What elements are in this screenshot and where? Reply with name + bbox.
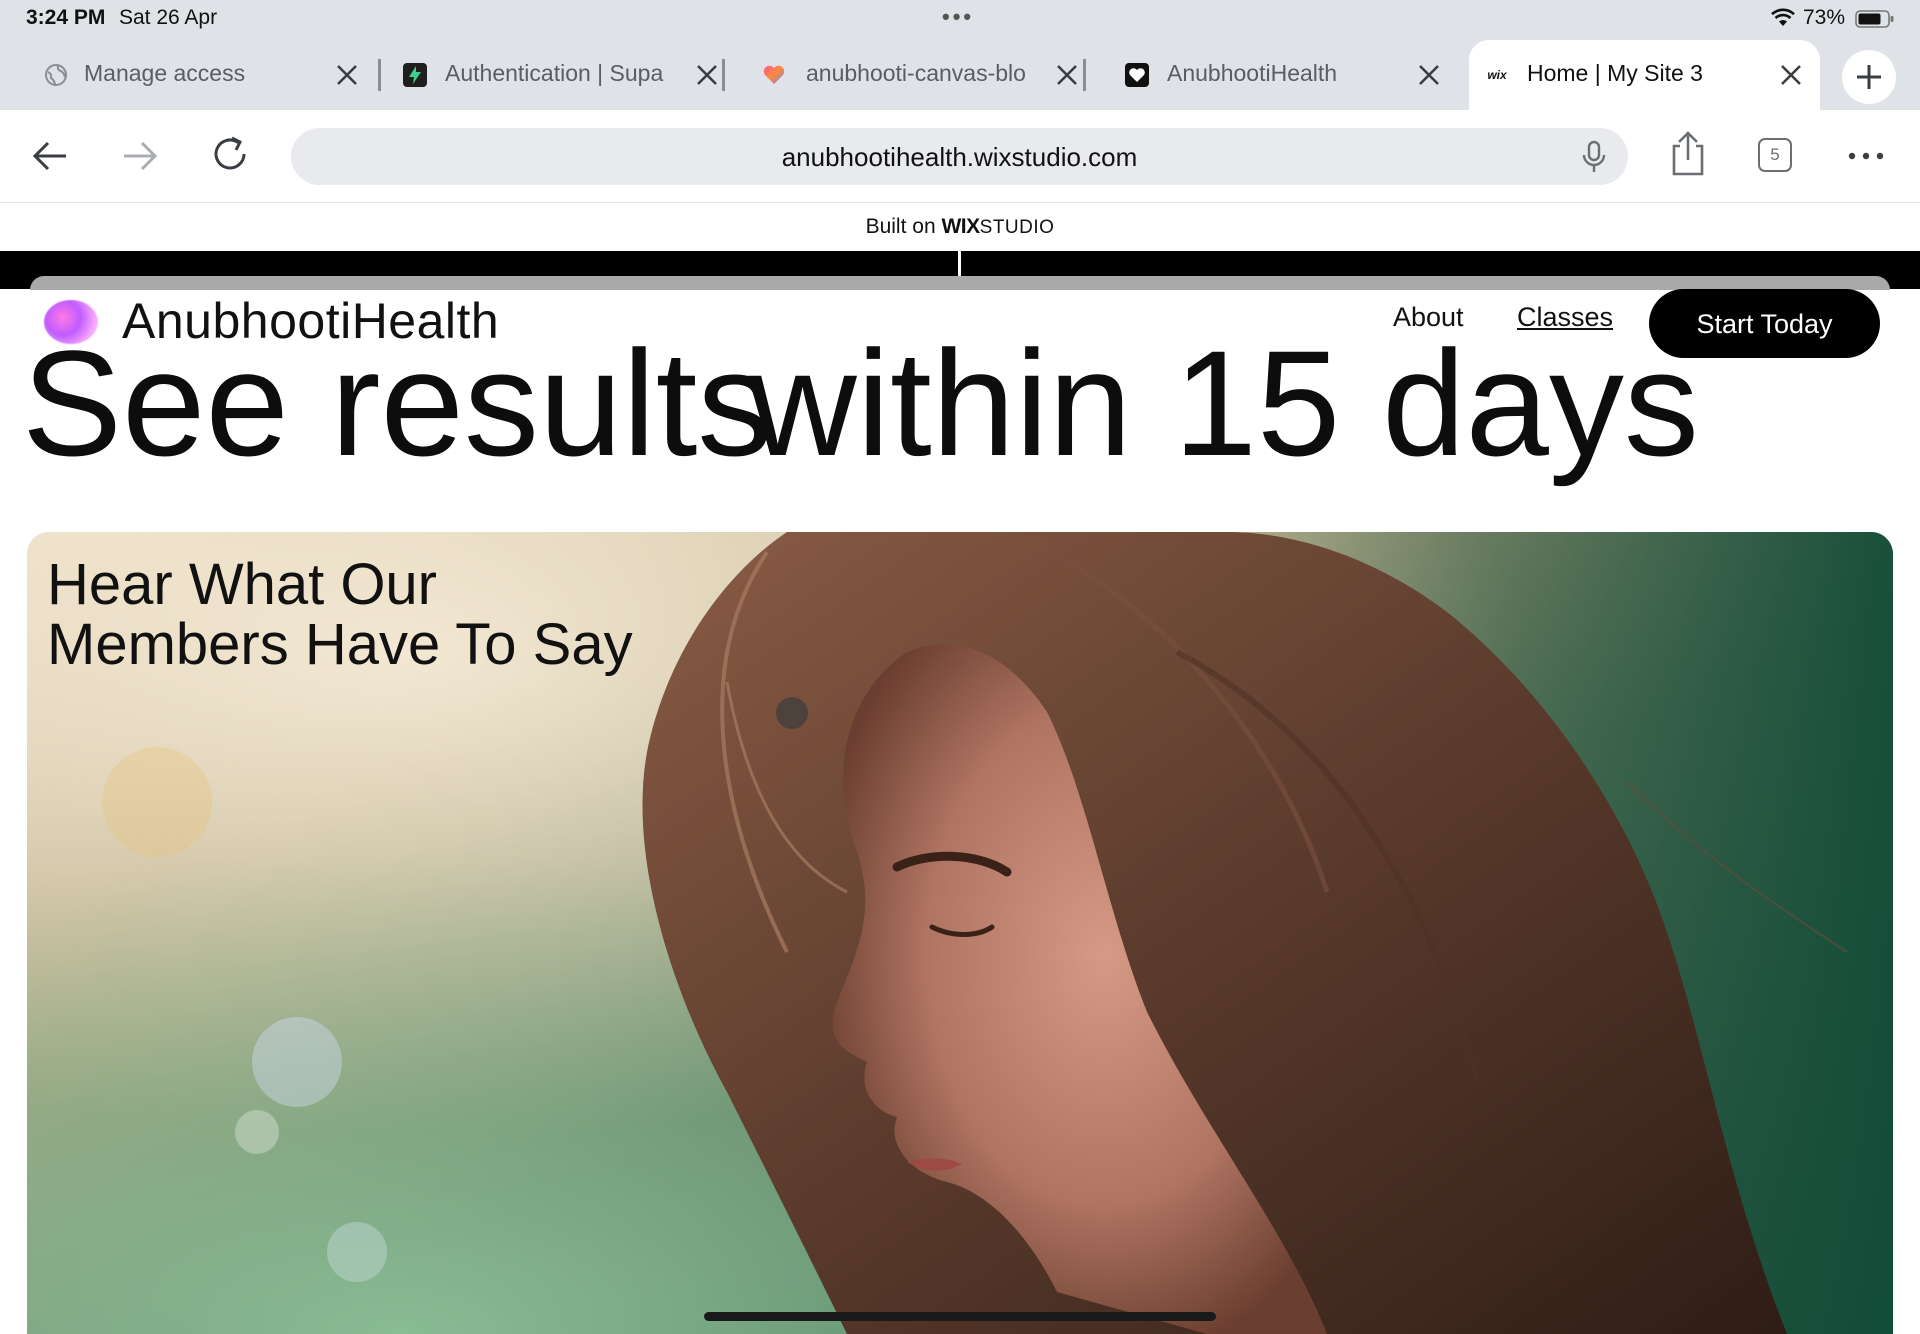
battery-icon [1855,10,1894,28]
scroll-indicator-dot[interactable] [776,697,808,729]
tab-anubhootihealth[interactable]: AnubhootiHealth [1083,40,1444,110]
tab-label: anubhooti-canvas-blo [806,60,1026,86]
tab-manage-access[interactable]: Manage access [0,40,381,110]
url-text: anubhootihealth.wixstudio.com [781,142,1138,172]
tab-label: Manage access [84,60,246,86]
headline-part-2: within 15 days [748,319,1699,487]
supabase-icon [403,63,427,87]
back-arrow-icon[interactable] [28,134,72,178]
battery-percentage: 73% [1803,6,1846,29]
browser-toolbar: anubhootihealth.wixstudio.com 5 [0,110,1920,203]
tab-anubhooti-canvas[interactable]: anubhooti-canvas-blo [722,40,1086,110]
tab-authentication[interactable]: Authentication | Supa [361,40,725,110]
close-tab-icon[interactable] [332,60,362,90]
tab-label: Home | My Site 3 [1527,60,1703,86]
testimonial-line-2: Members Have To Say [47,612,633,677]
new-tab-button[interactable] [1842,50,1896,104]
close-tab-icon[interactable] [1414,60,1444,90]
heart-outline-icon [1125,63,1149,87]
tab-count-button[interactable]: 5 [1758,138,1792,172]
built-on-wix-banner[interactable]: Built on WIXSTUDIO [0,203,1920,251]
studio-label: STUDIO [979,217,1055,238]
tab-strip: Manage access Authentication | Supa anub… [0,40,1920,110]
multitasking-dots-icon[interactable]: ••• [942,4,974,30]
share-icon[interactable] [1666,130,1710,178]
wix-logo: WIX [941,215,980,238]
home-indicator[interactable] [704,1312,1216,1321]
tab-label: AnubhootiHealth [1167,60,1338,86]
wifi-icon [1771,8,1795,26]
testimonial-heading: Hear What Our Members Have To Say [47,555,633,675]
address-bar[interactable]: anubhootihealth.wixstudio.com [291,128,1628,185]
heart-icon [762,63,786,87]
testimonial-line-1: Hear What Our [47,552,437,617]
microphone-icon[interactable] [1581,140,1607,174]
status-date: Sat 26 Apr [119,6,218,29]
reload-icon[interactable] [208,132,252,176]
close-tab-icon[interactable] [1776,60,1806,90]
wix-icon: wix [1487,68,1507,82]
header-strip [30,276,1890,290]
forward-arrow-icon[interactable] [118,134,162,178]
close-tab-icon[interactable] [692,60,722,90]
status-bar: 3:24 PM Sat 26 Apr ••• 73% [0,0,1920,40]
headline-part-1: See results [22,319,773,487]
plus-icon [1857,65,1881,89]
hero-headline: See resultswithin 15 days [22,328,1699,478]
close-tab-icon[interactable] [1052,60,1082,90]
more-options-icon[interactable] [1846,134,1886,178]
built-on-prefix: Built on [865,215,942,238]
tab-label: Authentication | Supa [445,60,664,86]
globe-icon [44,63,68,87]
tab-home-my-site[interactable]: wix Home | My Site 3 [1469,40,1820,110]
status-time: 3:24 PM [26,6,106,29]
